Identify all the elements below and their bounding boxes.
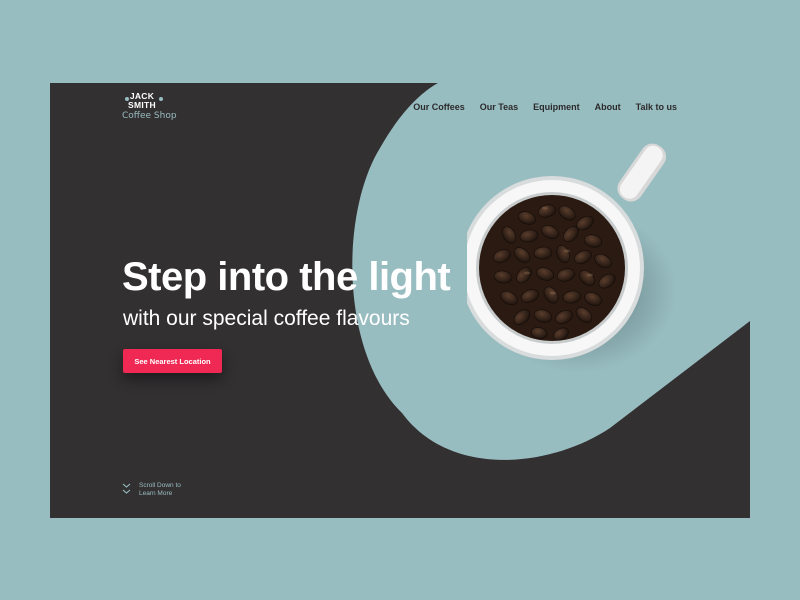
hero-title-main: Step into the	[122, 255, 369, 299]
nav-item-talk-to-us[interactable]: Talk to us	[636, 102, 677, 112]
see-nearest-location-button[interactable]: See Nearest Location	[123, 349, 222, 373]
logo-subtitle: Coffee Shop	[122, 111, 177, 121]
scroll-hint-line2: Learn More	[139, 490, 173, 497]
logo-dot-icon	[125, 97, 129, 101]
nav-item-our-coffees[interactable]: Our Coffees	[413, 102, 465, 112]
nav-item-about[interactable]: About	[595, 102, 621, 112]
hero-title-highlight: light	[368, 255, 451, 299]
main-nav: Our Coffees Our Teas Equipment About Tal…	[413, 102, 677, 112]
coffee-cup-image	[467, 143, 677, 373]
hero-title: Step into the light	[122, 255, 451, 300]
nav-item-equipment[interactable]: Equipment	[533, 102, 580, 112]
logo-name-line2: SMITH	[128, 99, 156, 110]
hero-subtitle: with our special coffee flavours	[123, 307, 410, 330]
scroll-hint-text: Scroll Down to Learn More	[139, 482, 181, 498]
hero-panel: JACK SMITH Coffee Shop Our Coffees Our T…	[50, 83, 750, 518]
nav-item-our-teas[interactable]: Our Teas	[480, 102, 518, 112]
scroll-down-hint[interactable]: Scroll Down to Learn More	[122, 482, 181, 498]
scroll-hint-line1: Scroll Down to	[139, 482, 181, 489]
logo-dot-icon	[159, 97, 163, 101]
brand-logo[interactable]: JACK SMITH Coffee Shop	[122, 92, 202, 121]
double-chevron-down-icon	[122, 483, 131, 494]
